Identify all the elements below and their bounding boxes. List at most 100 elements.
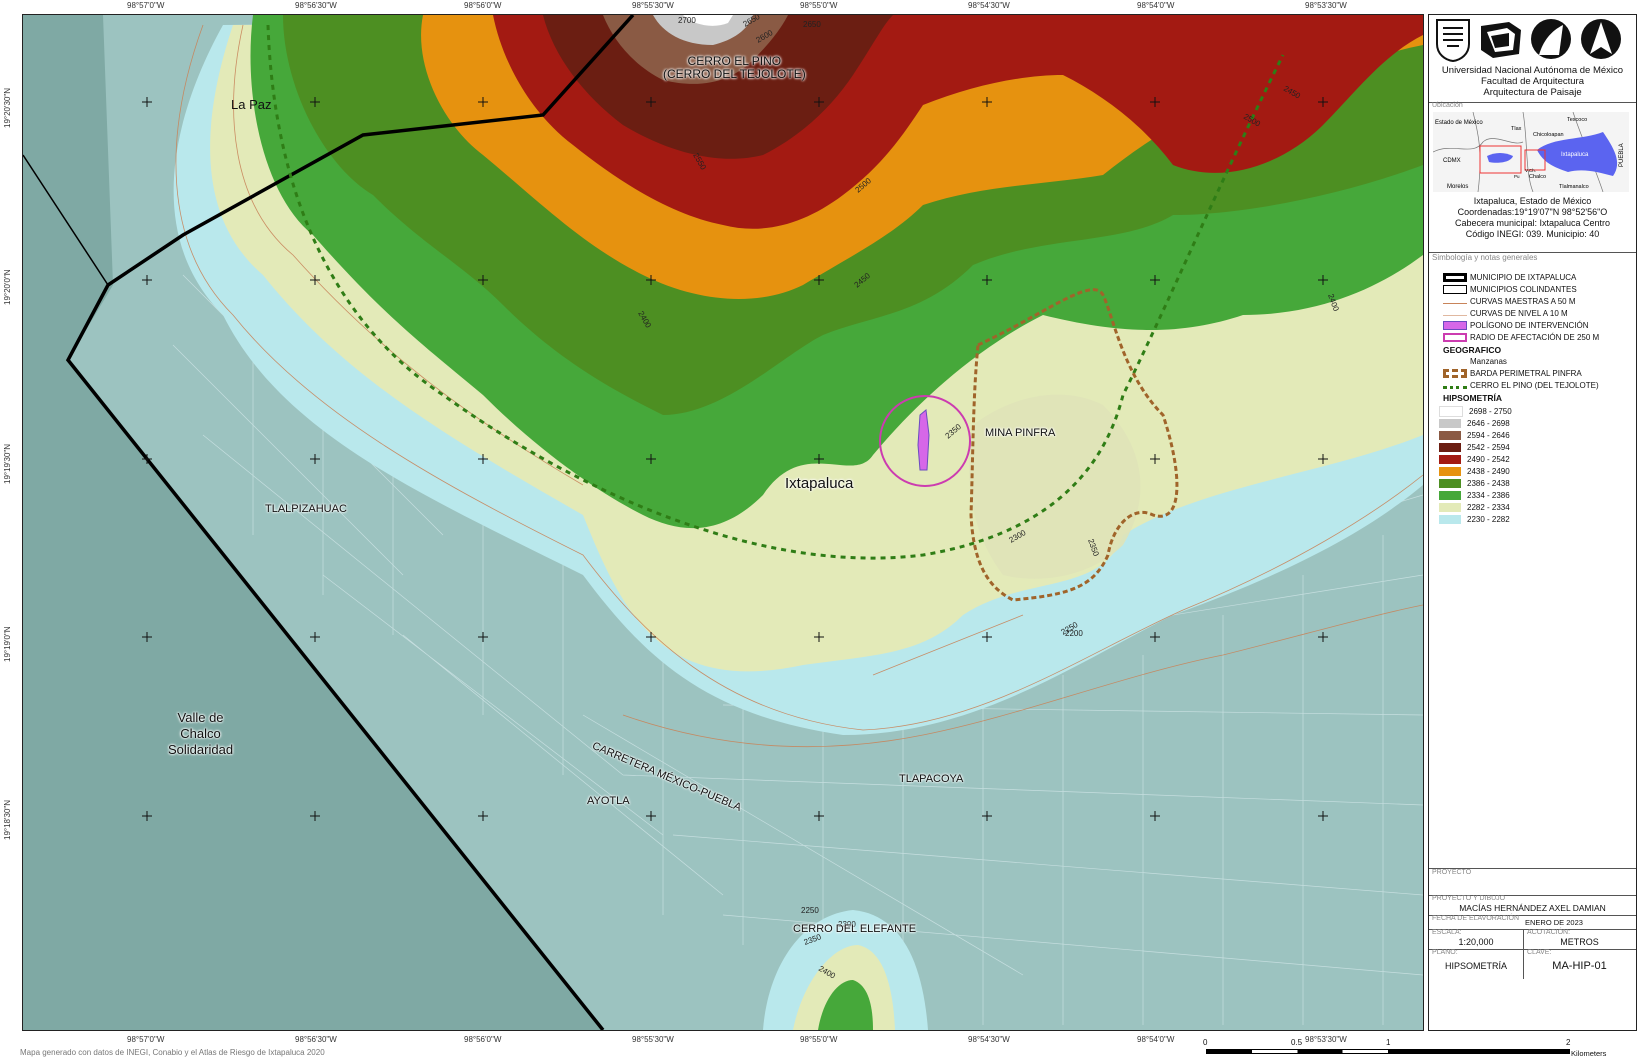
location-line: Cabecera municipal: Ixtapaluca Centro <box>1454 218 1611 228</box>
inset-label: V.Ch. <box>1525 168 1536 173</box>
proyecto-label: PROYECTO <box>1432 869 1472 876</box>
inset-label: Texcoco <box>1567 117 1587 123</box>
scale-bar-graphic <box>1206 1049 1570 1054</box>
hipsometria-range: 2282 - 2334 <box>1467 503 1510 512</box>
location-line: Coordenadas:19°19'07"N 98°52'56"O <box>1457 207 1608 217</box>
hipsometria-item: 2386 - 2438 <box>1439 478 1510 489</box>
label-mina-pinfra: MINA PINFRA <box>985 427 1056 439</box>
escala-section: ESCALA: 1:20,000 ACOTACIÓN: METROS <box>1429 929 1636 950</box>
legend-item: MUNICIPIOS COLINDANTES <box>1443 284 1577 295</box>
ubicacion-label: Ubicación <box>1432 102 1463 109</box>
institution-line: Arquitectura de Paisaje <box>1483 87 1582 98</box>
legend-section: Simbología y notas generales MUNICIPIO D… <box>1429 252 1636 869</box>
hipsometria-range: 2490 - 2542 <box>1467 455 1510 464</box>
inset-label: Tlalmanalco <box>1559 184 1589 190</box>
hipsometria-range: 2542 - 2594 <box>1467 443 1510 452</box>
proyecto-section: PROYECTO <box>1429 868 1636 896</box>
hipsometria-range: 2438 - 2490 <box>1467 467 1510 476</box>
coord-bottom: 98°56'0"W <box>464 1035 502 1044</box>
fecha-label: FECHA DE ELAVORACIÓN <box>1432 915 1520 922</box>
escala-value: 1:20,000 <box>1458 937 1494 947</box>
coord-bottom: 98°56'30"W <box>295 1035 337 1044</box>
inset-label: CDMX <box>1443 158 1461 164</box>
author-name: MACÍAS HERNÁNDEZ AXEL DAMIAN <box>1459 903 1606 913</box>
coord-left: 19°19'30"N <box>3 443 12 484</box>
plano-label: PLANO: <box>1432 949 1458 956</box>
legend-symbol <box>1443 333 1467 342</box>
hypsometric-map[interactable]: 2700 2650 2600 2650 2550 2500 2450 2400 … <box>23 15 1423 1030</box>
hipsometria-range: 2230 - 2282 <box>1467 515 1510 524</box>
coord-bottom: 98°54'0"W <box>1137 1035 1175 1044</box>
label-tlalpizahuac: TLALPIZAHUAC <box>265 503 347 515</box>
coord-bottom: 98°54'30"W <box>968 1035 1010 1044</box>
label-valle-de-chalco: Valle de Chalco Solidaridad <box>168 710 233 758</box>
clave-label: CLAVE: <box>1527 949 1552 956</box>
legend-item: POLÍGONO DE INTERVENCIÓN <box>1443 320 1589 331</box>
label-cerro-del-elefante: CERRO DEL ELEFANTE <box>793 923 917 935</box>
coord-top: 98°55'30"W <box>632 1 674 10</box>
hipsometria-title: HIPSOMETRÍA <box>1443 393 1503 403</box>
scale-tick-label: 2 <box>1566 1038 1571 1047</box>
hipsometria-range: 2698 - 2750 <box>1469 407 1512 416</box>
legend-item: RADIO DE AFECTACIÓN DE 250 M <box>1443 332 1599 343</box>
institution-name: Universidad Nacional Autónoma de México … <box>1429 65 1636 98</box>
hipsometria-swatch <box>1439 431 1461 440</box>
poligono-intervencion <box>917 409 930 471</box>
hipsometria-item: 2698 - 2750 <box>1439 406 1512 417</box>
fecha-section: FECHA DE ELAVORACIÓN ENERO DE 2023 <box>1429 915 1636 930</box>
hipsometria-swatch <box>1439 443 1461 452</box>
hipsometria-item: 2542 - 2594 <box>1439 442 1510 453</box>
scale-tick-label: 0.5 <box>1291 1038 1303 1047</box>
contour-label: 2200 <box>1065 629 1083 638</box>
coord-top: 98°57'0"W <box>127 1 165 10</box>
hipsometria-range: 2334 - 2386 <box>1467 491 1510 500</box>
scale-tick-label: 0 <box>1203 1038 1208 1047</box>
acotacion-value: METROS <box>1560 937 1599 947</box>
coord-bottom: 98°55'30"W <box>632 1035 674 1044</box>
inset-label: Chicoloapan <box>1533 132 1564 138</box>
legend-label: CERRO EL PINO (DEL TEJOLOTE) <box>1470 381 1599 390</box>
geografico-title: GEOGRAFICO <box>1443 345 1502 355</box>
coord-top: 98°54'30"W <box>968 1 1010 10</box>
coord-left: 19°20'30"N <box>3 87 12 128</box>
map-canvas[interactable]: 2700 2650 2600 2650 2550 2500 2450 2400 … <box>22 14 1424 1031</box>
legend-label: Manzanas <box>1470 357 1507 366</box>
hipsometria-item: 2594 - 2646 <box>1439 430 1510 441</box>
legend-symbol <box>1443 315 1467 316</box>
legend-label: CURVAS DE NIVEL A 10 M <box>1470 309 1568 318</box>
label-valle-line3: Solidaridad <box>168 742 234 757</box>
contour-label: 2250 <box>801 906 819 915</box>
mina-pinfra-quarry <box>969 394 1141 579</box>
hipsometria-range: 2646 - 2698 <box>1467 419 1510 428</box>
contour-label: 2700 <box>678 16 696 25</box>
hipsometria-swatch <box>1439 455 1461 464</box>
author-section: PROYECTO Y DIBUJO MACÍAS HERNÁNDEZ AXEL … <box>1429 895 1636 916</box>
legend-panel: Universidad Nacional Autónoma de México … <box>1428 14 1637 1031</box>
legend-item: CERRO EL PINO (DEL TEJOLOTE) <box>1443 380 1599 391</box>
coord-bottom: 98°55'0"W <box>800 1035 838 1044</box>
legend-symbol <box>1443 285 1467 294</box>
coord-bottom: 98°57'0"W <box>127 1035 165 1044</box>
coord-top: 98°55'0"W <box>800 1 838 10</box>
hipsometria-item: 2646 - 2698 <box>1439 418 1510 429</box>
coord-top: 98°53'30"W <box>1305 1 1347 10</box>
coord-top: 98°54'0"W <box>1137 1 1175 10</box>
legend-item: BARDA PERIMETRAL PINFRA <box>1443 368 1582 379</box>
scale-tick-label: 1 <box>1386 1038 1391 1047</box>
inset-label: PUEBLA <box>1619 143 1625 167</box>
fecha-value: ENERO DE 2023 <box>1525 918 1583 927</box>
hipsometria-swatch <box>1439 406 1463 417</box>
inset-label: Estado de México <box>1435 120 1483 126</box>
hipsometria-swatch <box>1439 491 1461 500</box>
hipsometria-swatch <box>1439 479 1461 488</box>
label-ixtapaluca: Ixtapaluca <box>785 475 854 492</box>
label-ayotla: AYOTLA <box>587 795 630 807</box>
legend-item: MUNICIPIO DE IXTAPALUCA <box>1443 272 1576 283</box>
legend-label: POLÍGONO DE INTERVENCIÓN <box>1470 321 1589 330</box>
coord-top: 98°56'30"W <box>295 1 337 10</box>
plano-value: HIPSOMETRÍA <box>1444 961 1507 971</box>
legend-label: MUNICIPIO DE IXTAPALUCA <box>1470 273 1577 282</box>
legend-label: RADIO DE AFECTACIÓN DE 250 M <box>1470 333 1600 342</box>
location-inset-map: Estado de México CDMX Morelos Texcoco Ch… <box>1432 111 1629 193</box>
hipsometria-swatch <box>1439 419 1461 428</box>
